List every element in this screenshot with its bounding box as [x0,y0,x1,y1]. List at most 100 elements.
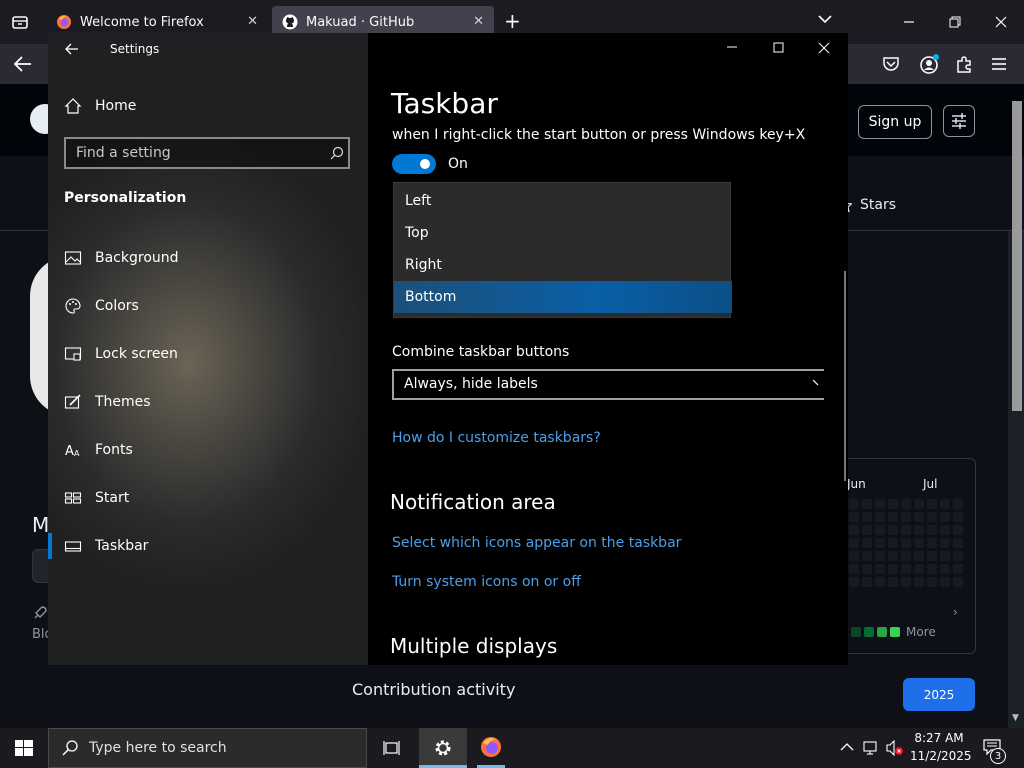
volume-muted-icon[interactable] [886,740,904,756]
contribution-cell [953,512,963,522]
notification-area-heading: Notification area [390,490,556,514]
extensions-icon[interactable] [954,54,974,74]
legend-swatch [877,627,887,637]
start-grid-icon [64,489,82,507]
contribution-cell [901,512,911,522]
contribution-cell [914,551,924,561]
contribution-cell [875,499,885,509]
taskbar-position-dropdown[interactable]: Left Top Right Bottom [393,182,732,318]
nav-label: Colors [95,298,139,314]
contribution-cell [940,577,950,587]
option-top[interactable]: Top [394,217,732,249]
nav-colors[interactable]: Colors [48,286,368,326]
legend-swatches [851,627,900,637]
nav-home-label: Home [95,98,137,114]
contribution-activity-heading: Contribution activity [352,680,516,699]
option-label: Left [405,193,432,209]
contribution-cell [888,525,898,535]
firefox-taskbar-button[interactable] [467,728,515,768]
clock-date[interactable]: 11/2/2025 [910,749,972,763]
chevron-down-icon [812,376,822,390]
nav-start[interactable]: Start [48,478,368,518]
option-right[interactable]: Right [394,249,732,281]
minimize-button[interactable] [894,8,924,36]
new-tab-button[interactable]: + [504,9,521,33]
contribution-cell [875,538,885,548]
nav-background[interactable]: Background [48,238,368,278]
windows-start-icon[interactable] [15,740,33,756]
page-title: Taskbar [391,87,498,120]
task-view-icon[interactable] [382,738,402,758]
list-all-tabs-chevron-icon[interactable] [818,14,832,24]
tab-list-icon[interactable] [10,12,30,32]
contribution-cell [927,564,937,574]
contribution-cell [953,525,963,535]
contribution-cell [875,564,885,574]
contribution-cell [849,538,859,548]
close-tab-icon[interactable]: ✕ [473,14,484,29]
contribution-cell [901,577,911,587]
taskbar-icon [64,537,82,555]
close-window-button[interactable] [818,42,830,54]
contribution-cell [940,551,950,561]
powershell-toggle[interactable] [392,154,436,174]
legend-swatch [851,627,861,637]
svg-text:A: A [74,449,80,458]
settings-taskbar-button[interactable] [419,728,467,768]
maximize-button[interactable] [773,42,785,54]
nav-lock-screen[interactable]: Lock screen [48,334,368,374]
hidden-icons-chevron-icon[interactable] [840,742,854,752]
option-bottom-selected[interactable]: Bottom [394,281,732,313]
close-window-button[interactable] [986,8,1016,36]
system-icons-link[interactable]: Turn system icons on or off [392,574,581,590]
themes-brush-icon [64,393,82,411]
combine-buttons-select[interactable]: Always, hide labels [392,369,824,400]
restore-button[interactable] [940,8,970,36]
contribution-cell [927,499,937,509]
contribution-cell [875,577,885,587]
contribution-cell [953,564,963,574]
year-2025-button[interactable]: 2025 [903,678,975,711]
contribution-cell [849,525,859,535]
scroll-down-arrow-icon[interactable]: ▼ [1012,713,1019,723]
nav-themes[interactable]: Themes [48,382,368,422]
stars-tab[interactable]: Stars [860,197,896,213]
scrollbar-thumb[interactable] [1012,101,1022,411]
search-icon [330,146,344,160]
network-icon[interactable] [863,740,881,756]
select-icons-link[interactable]: Select which icons appear on the taskbar [392,535,681,551]
option-left[interactable]: Left [394,185,732,217]
sign-up-button[interactable]: Sign up [858,105,932,139]
option-label: Bottom [405,289,457,305]
gear-icon [432,737,454,759]
chevron-right-icon[interactable]: › [953,605,958,619]
clock-time[interactable]: 8:27 AM [912,731,966,745]
find-setting-input[interactable]: Find a setting [64,137,350,169]
content-scrollbar[interactable] [844,271,846,481]
pocket-icon[interactable] [882,55,900,73]
contribution-cell [849,577,859,587]
nav-label: Background [95,250,179,266]
settings-content: Taskbar when I right-click the start but… [368,33,848,665]
close-tab-icon[interactable]: ✕ [247,14,258,29]
background-picture-icon [64,249,82,267]
contribution-cell [862,499,872,509]
contribution-cell [940,512,950,522]
nav-home[interactable]: Home [48,86,368,126]
search-icon [61,739,79,757]
account-icon[interactable] [918,53,940,75]
page-scrollbar[interactable]: ▼ [1008,101,1024,728]
windows-taskbar: Type here to search 8:27 AM 11/2/2025 3 [0,728,1024,768]
back-arrow-icon[interactable] [12,54,34,74]
taskbar-search-box[interactable]: Type here to search [48,728,367,768]
customize-taskbars-link[interactable]: How do I customize taskbars? [392,430,601,446]
minimize-button[interactable] [726,41,738,53]
nav-fonts[interactable]: AA Fonts [48,430,368,470]
app-menu-icon[interactable] [990,56,1008,72]
nav-taskbar[interactable]: Taskbar [48,526,368,566]
site-menu-sliders-icon[interactable] [943,105,975,137]
lock-screen-icon [64,345,82,363]
back-arrow-icon[interactable] [64,41,80,57]
contribution-cell [875,551,885,561]
svg-text:A: A [65,444,74,459]
